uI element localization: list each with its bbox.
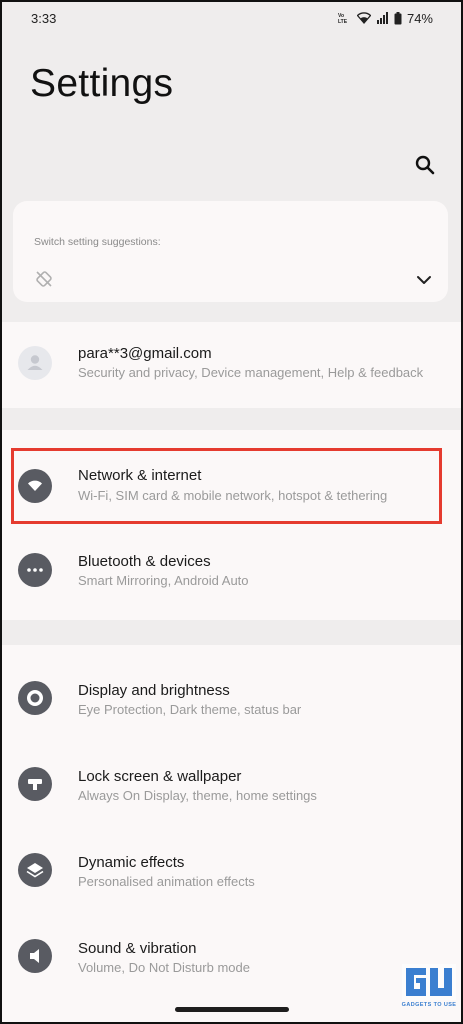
settings-item-subtitle: Personalised animation effects [78,874,255,889]
status-bar: 3:33 Vo LTE 74% [0,0,463,40]
volte-icon: Vo LTE [338,12,352,24]
settings-item-subtitle: Volume, Do Not Disturb mode [78,960,250,975]
page-title: Settings [30,62,174,105]
expand-suggestions-button[interactable] [413,271,435,289]
search-icon [415,155,435,175]
gadgets-to-use-logo-icon [402,964,456,1000]
watermark-logo: GADGETS TO USE [398,962,460,1016]
auto-rotate-off-icon[interactable] [35,270,53,288]
display-icon [18,681,52,715]
battery-percent: 74% [406,10,433,26]
chevron-down-icon [417,276,431,284]
settings-item-dynamic-effects[interactable]: Dynamic effects Personalised animation e… [0,835,463,905]
avatar-icon [18,346,52,380]
navigation-handle[interactable] [175,1007,289,1012]
settings-item-title: Dynamic effects [78,854,185,871]
settings-item-title: Lock screen & wallpaper [78,768,242,785]
wifi-status-icon [356,12,371,24]
settings-item-title: Sound & vibration [78,940,197,957]
watermark-text: GADGETS TO USE [401,1002,457,1008]
settings-item-lock-screen-wallpaper[interactable]: Lock screen & wallpaper Always On Displa… [0,749,463,819]
settings-item-title: Network & internet [78,467,202,484]
signal-icon [376,12,389,24]
svg-text:LTE: LTE [338,19,348,24]
personalization-section: Display and brightness Eye Protection, D… [0,645,463,1024]
lock-screen-icon [18,767,52,801]
status-time: 3:33 [31,11,57,26]
status-icons: Vo LTE 74% [338,9,433,27]
account-section: para**3@gmail.com Security and privacy, … [0,322,463,408]
speaker-icon [18,939,52,973]
search-button[interactable] [412,152,438,178]
more-dots-icon [18,553,52,587]
settings-item-title: Display and brightness [78,682,230,699]
wifi-icon [18,469,52,503]
suggestions-card[interactable]: Switch setting suggestions: [13,201,448,302]
settings-item-subtitle: Always On Display, theme, home settings [78,788,317,803]
account-row[interactable]: para**3@gmail.com Security and privacy, … [0,328,463,398]
account-email: para**3@gmail.com [78,345,212,362]
settings-item-subtitle: Smart Mirroring, Android Auto [78,573,249,588]
settings-item-bluetooth-devices[interactable]: Bluetooth & devices Smart Mirroring, And… [0,535,463,605]
battery-icon [394,11,402,25]
account-subtitle: Security and privacy, Device management,… [78,365,424,380]
settings-item-network-internet[interactable]: Network & internet Wi-Fi, SIM card & mob… [0,451,463,521]
settings-item-subtitle: Eye Protection, Dark theme, status bar [78,702,302,717]
layers-icon [18,853,52,887]
suggestions-label: Switch setting suggestions: [34,236,161,248]
connectivity-section: Network & internet Wi-Fi, SIM card & mob… [0,430,463,620]
settings-item-subtitle: Wi-Fi, SIM card & mobile network, hotspo… [78,488,388,503]
settings-item-title: Bluetooth & devices [78,553,211,570]
settings-item-display-brightness[interactable]: Display and brightness Eye Protection, D… [0,663,463,733]
settings-item-sound-vibration[interactable]: Sound & vibration Volume, Do Not Disturb… [0,921,463,991]
